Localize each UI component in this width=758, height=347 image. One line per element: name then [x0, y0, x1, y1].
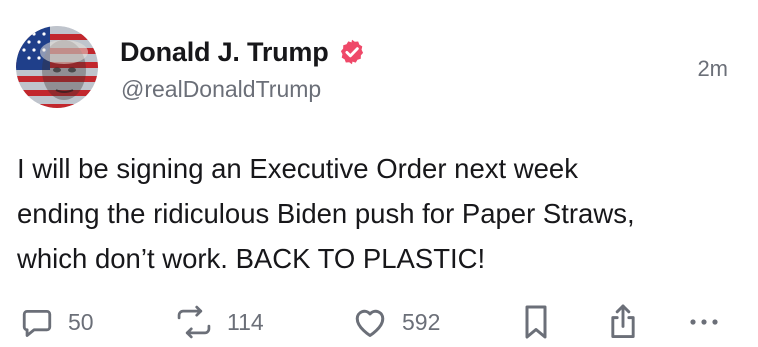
verified-badge-icon [338, 38, 366, 66]
speech-bubble-icon [20, 305, 54, 339]
post-body-line: ending the ridiculous Biden push for Pap… [17, 198, 635, 229]
like-count: 592 [402, 308, 441, 335]
reply-button[interactable]: 50 [20, 300, 94, 344]
post-timestamp[interactable]: 2m [697, 56, 728, 82]
bookmark-button[interactable] [522, 300, 550, 344]
bookmark-icon [522, 304, 550, 340]
author-handle[interactable]: @realDonaldTrump [121, 76, 321, 103]
avatar-image [16, 26, 98, 108]
heart-icon [352, 305, 388, 339]
repost-button[interactable]: 114 [175, 300, 264, 344]
repost-count: 114 [227, 308, 264, 335]
ellipsis-icon [689, 317, 719, 327]
share-button[interactable] [607, 300, 639, 344]
post-body: I will be signing an Executive Order nex… [17, 146, 747, 281]
more-options-button[interactable] [689, 300, 719, 344]
like-button[interactable]: 592 [352, 300, 440, 344]
author-display-name[interactable]: Donald J. Trump [120, 37, 329, 68]
author-avatar[interactable] [16, 26, 98, 108]
post-actions-bar: 50 114 592 [0, 300, 758, 344]
share-icon [607, 303, 639, 341]
repost-arrows-icon [175, 305, 213, 339]
post-body-line: I will be signing an Executive Order nex… [17, 153, 578, 184]
author-name-row: Donald J. Trump [120, 34, 366, 70]
post-card: Donald J. Trump @realDonaldTrump 2m I wi… [0, 0, 758, 347]
post-body-line: which don’t work. BACK TO PLASTIC! [17, 243, 486, 274]
reply-count: 50 [68, 308, 94, 335]
